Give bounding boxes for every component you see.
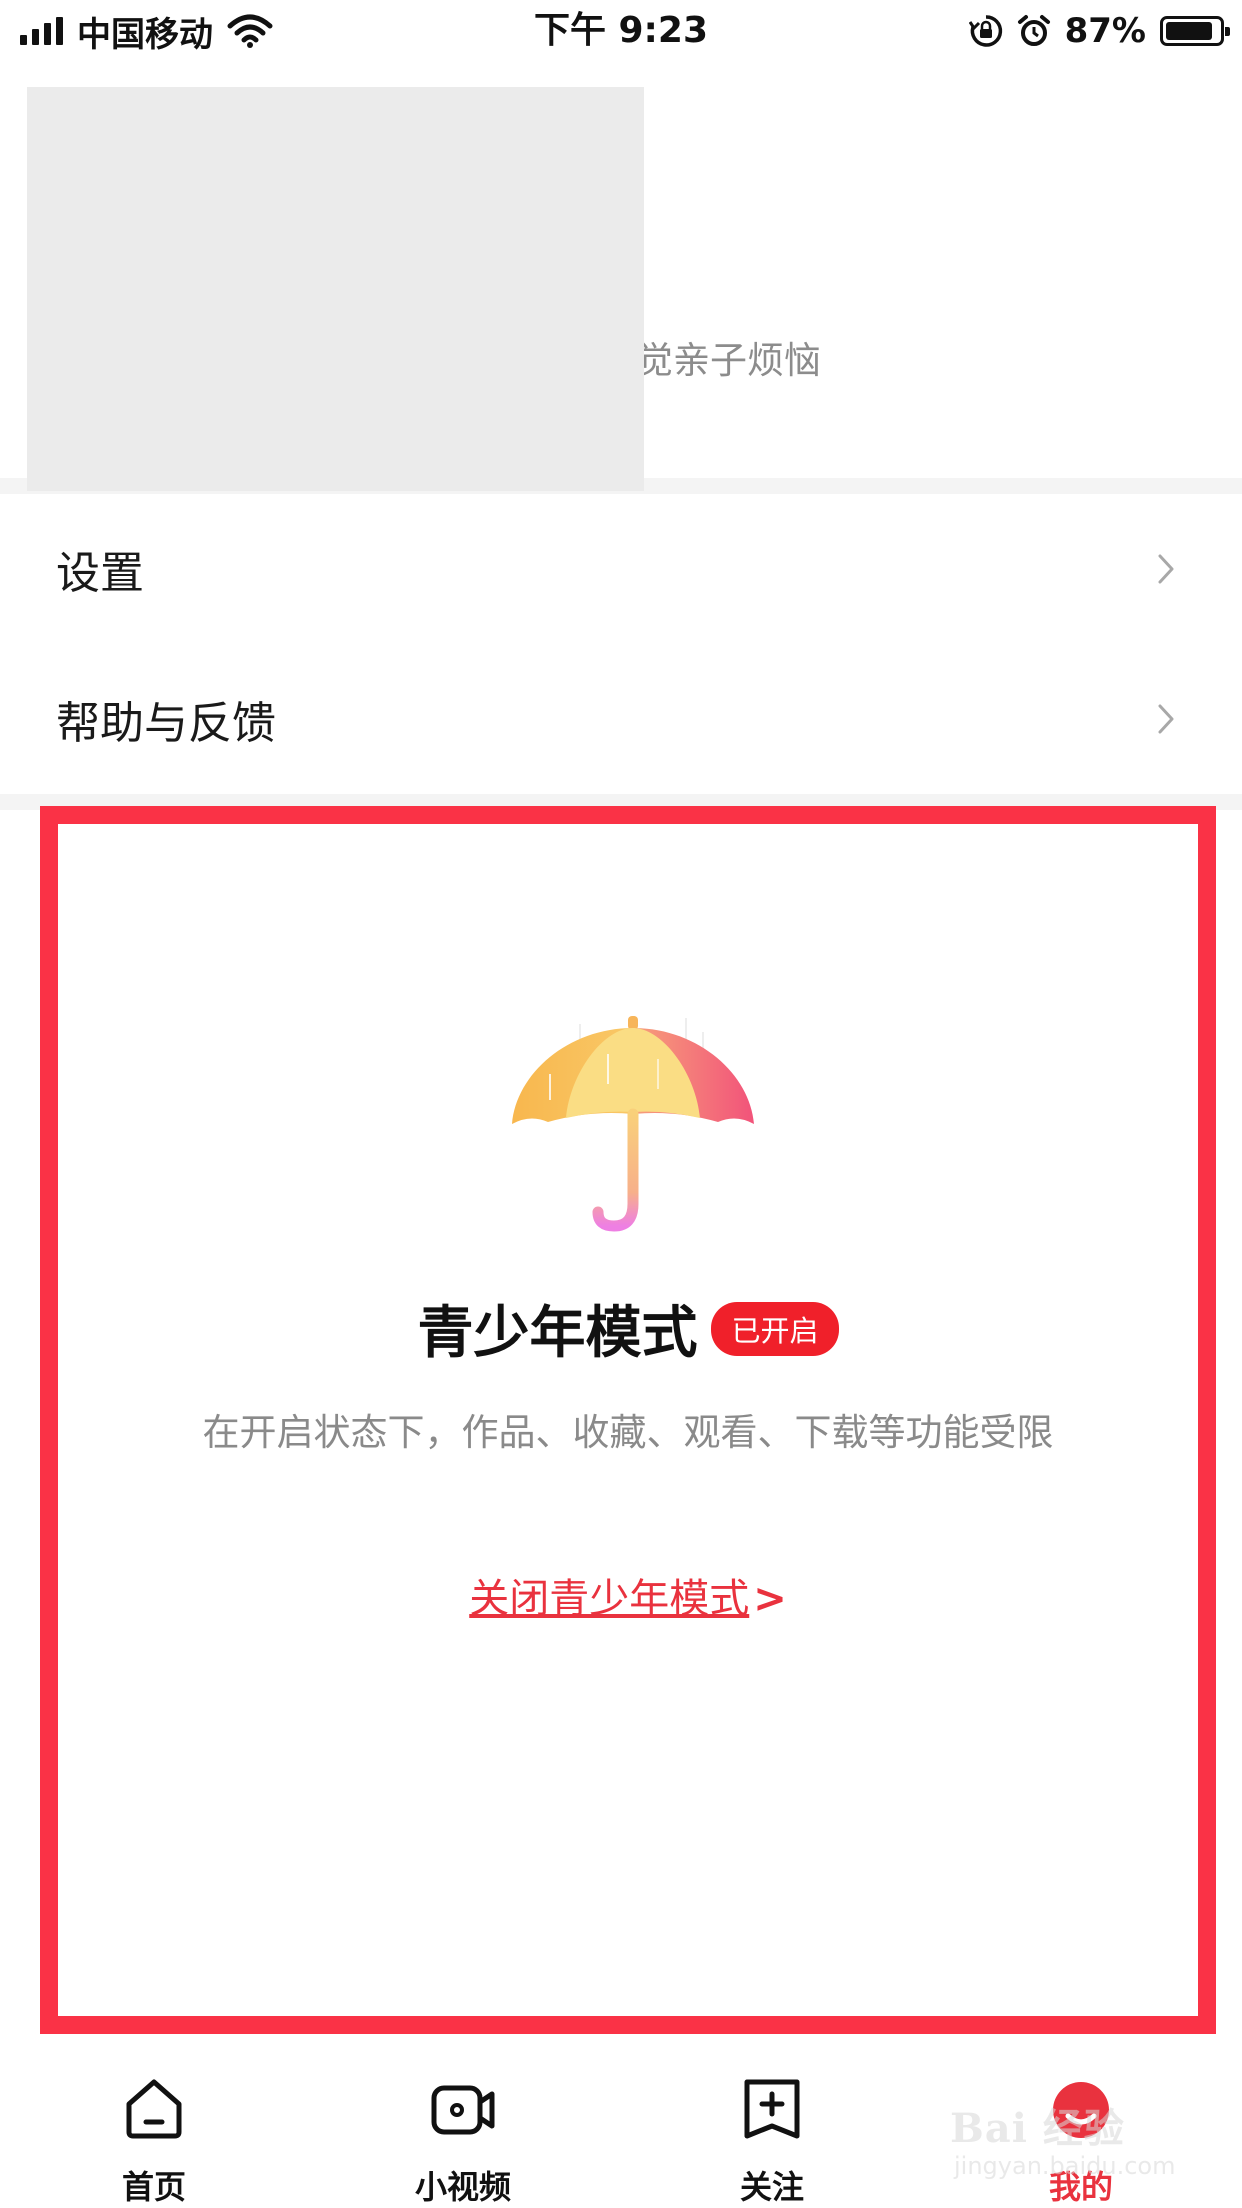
close-teen-mode-label: 关闭青少年模式 bbox=[469, 1576, 750, 1622]
alarm-icon bbox=[1017, 15, 1050, 46]
close-teen-mode-link[interactable]: 关闭青少年模式 > bbox=[58, 1566, 1198, 1624]
video-camera-icon bbox=[431, 2085, 495, 2135]
profile-header: 觉亲子烦恼 bbox=[0, 62, 1242, 491]
menu-item-label: 帮助与反馈 bbox=[56, 698, 276, 749]
umbrella-icon bbox=[512, 1016, 754, 1232]
chevron-right-icon bbox=[1158, 704, 1174, 734]
teen-mode-title-row: 青少年模式 已开启 bbox=[58, 1288, 1198, 1369]
chevron-right-icon bbox=[1158, 554, 1174, 584]
tab-short-video[interactable]: 小视频 bbox=[353, 2052, 573, 2208]
tab-follow[interactable]: 关注 bbox=[662, 2052, 882, 2208]
follow-add-icon bbox=[744, 2079, 800, 2139]
menu-item-help-feedback[interactable]: 帮助与反馈 bbox=[0, 644, 1242, 794]
settings-menu: 设置 帮助与反馈 bbox=[0, 494, 1242, 794]
tab-label: 关注 bbox=[739, 2168, 804, 2206]
tab-label: 小视频 bbox=[414, 2168, 511, 2206]
profile-bio: 觉亲子烦恼 bbox=[636, 339, 821, 382]
battery-percent: 87% bbox=[1064, 11, 1146, 51]
status-bar-right: 87% bbox=[968, 8, 1230, 54]
profile-icon bbox=[1053, 2082, 1109, 2138]
tab-label: 我的 bbox=[1048, 2168, 1113, 2206]
status-badge: 已开启 bbox=[711, 1301, 839, 1356]
profile-placeholder-block bbox=[27, 87, 644, 491]
menu-item-label: 设置 bbox=[56, 548, 144, 599]
tab-mine[interactable]: 我的 bbox=[971, 2052, 1191, 2208]
teen-mode-panel: 青少年模式 已开启 在开启状态下，作品、收藏、观看、下载等功能受限 关闭青少年模… bbox=[40, 806, 1216, 2034]
menu-item-settings[interactable]: 设置 bbox=[0, 494, 1242, 644]
tab-home[interactable]: 首页 bbox=[44, 2052, 264, 2208]
home-icon bbox=[126, 2079, 182, 2139]
teen-mode-description: 在开启状态下，作品、收藏、观看、下载等功能受限 bbox=[202, 1411, 1054, 1454]
chevron-right-icon: > bbox=[753, 1576, 787, 1622]
bottom-tab-bar: 首页 小视频 关注 我的 bbox=[0, 2052, 1242, 2208]
tab-label: 首页 bbox=[121, 2168, 186, 2206]
orientation-lock-icon bbox=[968, 15, 1002, 47]
battery-icon bbox=[1160, 16, 1230, 46]
teen-mode-title: 青少年模式 bbox=[417, 1301, 698, 1366]
status-bar: 中国移动 下午 9:23 87% bbox=[0, 0, 1242, 62]
